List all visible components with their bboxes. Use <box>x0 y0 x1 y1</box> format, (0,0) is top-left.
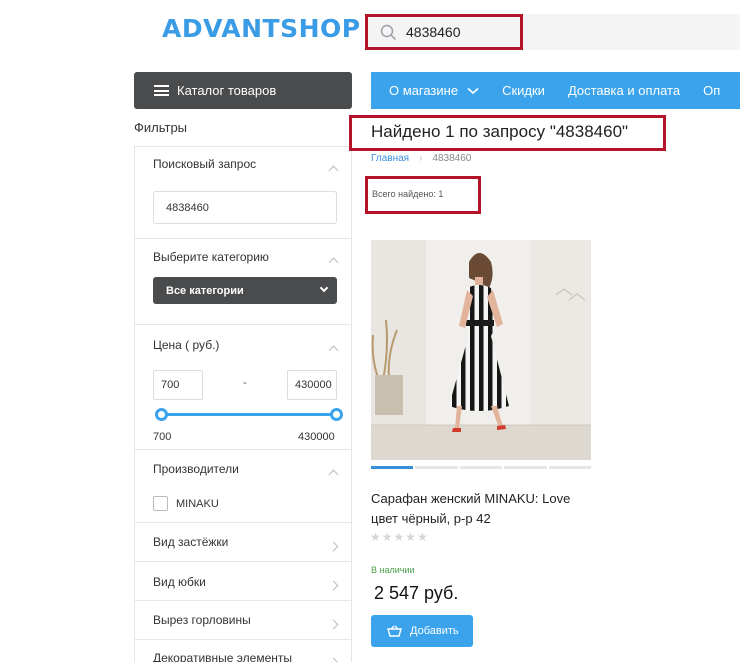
catalog-button-label: Каталог товаров <box>177 83 277 98</box>
filter-query: Поисковый запрос 4838460 <box>135 147 351 239</box>
menu-item-more[interactable]: Оп <box>703 83 720 98</box>
chevron-down-icon <box>467 87 479 94</box>
filter-fastener[interactable]: Вид застёжки <box>135 523 351 562</box>
chevron-up-icon[interactable] <box>328 165 339 176</box>
chevron-up-icon[interactable] <box>328 469 339 480</box>
menu-item-about[interactable]: О магазине <box>389 83 479 98</box>
filter-brands-label[interactable]: Производители <box>153 462 239 476</box>
chevron-right-icon <box>328 657 339 662</box>
menu-item-discounts[interactable]: Скидки <box>502 83 545 98</box>
catalog-button[interactable]: Каталог товаров <box>134 72 352 109</box>
filter-query-input[interactable]: 4838460 <box>153 191 337 224</box>
price-to-input[interactable]: 430000 <box>287 370 337 400</box>
breadcrumb-current: 4838460 <box>432 153 472 164</box>
price-slider-max-handle[interactable] <box>330 408 343 421</box>
cart-icon <box>387 625 402 637</box>
price-slider-min-handle[interactable] <box>155 408 168 421</box>
search-input[interactable] <box>406 24 516 40</box>
breadcrumb: Главная › 4838460 <box>371 153 471 164</box>
image-pager <box>371 466 592 469</box>
chevron-right-icon <box>328 580 339 591</box>
filter-neckline-label: Вырез горловины <box>153 613 251 627</box>
filter-price: Цена ( руб.) 700 - 430000 700 430000 <box>135 325 351 450</box>
menu-icon <box>154 85 169 96</box>
price-slider-track[interactable] <box>161 413 337 416</box>
filter-brands: Производители MINAKU <box>135 450 351 523</box>
chevron-up-icon[interactable] <box>328 257 339 268</box>
filter-category-label[interactable]: Выберите категорию <box>153 250 269 264</box>
filter-category: Выберите категорию Все категории <box>135 239 351 325</box>
add-to-cart-label: Добавить <box>410 625 459 637</box>
image-pager-dot[interactable] <box>504 466 547 469</box>
add-to-cart-button[interactable]: Добавить <box>371 615 473 647</box>
results-title: Найдено 1 по запросу "4838460" <box>349 115 666 151</box>
main-menu: О магазине Скидки Доставка и оплата Оп <box>371 72 740 109</box>
image-pager-dot[interactable] <box>459 466 503 469</box>
chevron-right-icon <box>328 619 339 630</box>
filter-decor-label: Декоративные элементы <box>153 651 292 662</box>
chevron-down-icon <box>319 283 329 293</box>
filter-query-label[interactable]: Поисковый запрос <box>153 157 256 171</box>
price-min-label: 700 <box>153 431 172 443</box>
filter-fastener-label: Вид застёжки <box>153 535 229 549</box>
filter-neckline[interactable]: Вырез горловины <box>135 601 351 640</box>
category-select[interactable]: Все категории <box>153 277 337 304</box>
chevron-right-icon <box>328 541 339 552</box>
breadcrumb-separator-icon: › <box>419 153 423 164</box>
filters-panel: Поисковый запрос 4838460 Выберите катего… <box>134 146 352 662</box>
search-box[interactable] <box>365 14 523 50</box>
menu-item-delivery[interactable]: Доставка и оплата <box>568 83 680 98</box>
product-image[interactable] <box>371 240 591 460</box>
availability-status: В наличии <box>371 565 415 575</box>
filter-price-label[interactable]: Цена ( руб.) <box>153 338 219 352</box>
breadcrumb-home-link[interactable]: Главная <box>371 153 409 164</box>
product-price: 2 547 руб. <box>374 583 459 603</box>
search-icon <box>380 24 397 40</box>
brand-checkbox-label[interactable]: MINAKU <box>176 498 219 510</box>
rating-stars[interactable]: ★★★★★ <box>370 530 429 544</box>
price-dash: - <box>243 377 247 389</box>
category-select-value: Все категории <box>166 284 244 297</box>
chevron-up-icon[interactable] <box>328 345 339 356</box>
filter-decor[interactable]: Декоративные элементы <box>135 640 351 662</box>
price-from-input[interactable]: 700 <box>153 370 203 400</box>
brand-checkbox[interactable] <box>153 496 168 511</box>
filter-skirt[interactable]: Вид юбки <box>135 562 351 601</box>
filters-title: Фильтры <box>134 120 188 135</box>
image-pager-dot[interactable] <box>415 466 458 469</box>
filter-skirt-label: Вид юбки <box>153 575 206 589</box>
results-total: Всего найдено: 1 <box>365 176 481 214</box>
shop-logo[interactable]: ADVANTSHOP <box>162 14 361 43</box>
image-pager-dot[interactable] <box>548 466 592 469</box>
price-max-label: 430000 <box>298 431 335 443</box>
image-pager-dot[interactable] <box>371 466 414 469</box>
product-name-link[interactable]: Сарафан женский MINAKU: Love цвет чёрный… <box>371 489 596 529</box>
menu-item-label: О магазине <box>389 83 459 98</box>
